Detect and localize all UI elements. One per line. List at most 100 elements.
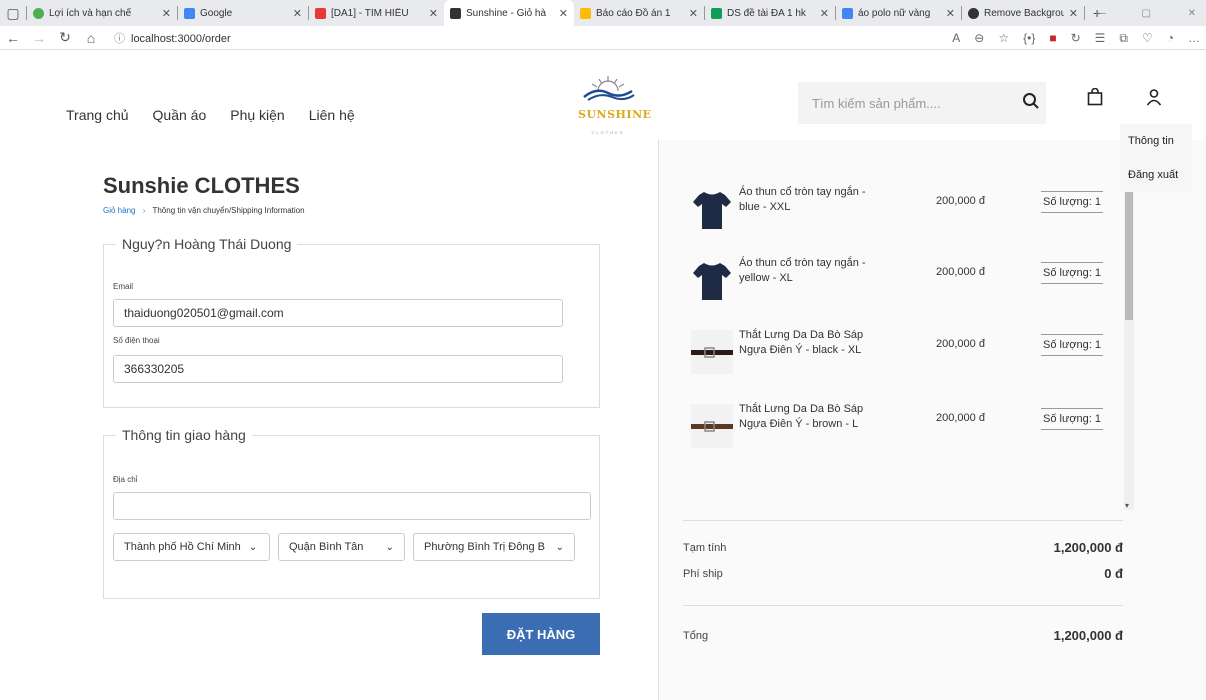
logo[interactable]: SUNSHINE CLOTHES (578, 75, 652, 135)
tab-favicon-icon (184, 7, 195, 19)
tab-actions-icon[interactable]: ▢ (0, 5, 26, 22)
phone-field[interactable]: 366330205 (113, 355, 563, 383)
district-select[interactable]: Quận Bình Tân ⌄ (278, 533, 405, 561)
logo-subtext: CLOTHES (591, 130, 625, 135)
close-tab-icon[interactable]: ✕ (1069, 7, 1078, 20)
place-order-button[interactable]: ĐẶT HÀNG (482, 613, 600, 655)
back-icon[interactable]: ← (0, 30, 26, 46)
cart-item: Thắt Lưng Da Da Bò Sáp Ngựa Điên Ý - bro… (691, 402, 1111, 448)
chevron-down-icon: ⌄ (555, 541, 564, 553)
favorite-icon[interactable]: ☆ (998, 31, 1009, 45)
search-input[interactable]: Tìm kiếm sản phẩm.... (812, 96, 941, 111)
cart-item-price: 200,000 đ (936, 195, 985, 207)
cart-item-name: Thắt Lưng Da Da Bò Sáp Ngựa Điên Ý - bla… (739, 329, 864, 356)
nav-home[interactable]: Trang chủ (66, 107, 129, 123)
menu-item-profile[interactable]: Thông tin (1120, 124, 1192, 158)
browser-tab[interactable]: Remove Backgrou ✕ (962, 0, 1084, 26)
close-tab-icon[interactable]: ✕ (559, 7, 568, 20)
ward-select[interactable]: Phường Bình Trị Đông B ⌄ (413, 533, 575, 561)
divider (683, 605, 1123, 606)
user-dropdown: Thông tin Đăng xuất (1120, 124, 1192, 192)
browser-tab-active[interactable]: Sunshine - Giỏ hà ✕ (444, 0, 574, 26)
order-summary: Áo thun cổ tròn tay ngắn - blue - XXL 20… (659, 140, 1206, 700)
browser-tab[interactable]: [DA1] - TÌM HIỂU ✕ (309, 0, 444, 26)
browser-tab[interactable]: DS đề tài ĐA 1 hk ✕ (705, 0, 835, 26)
tab-title: [DA1] - TÌM HIỂU (331, 7, 409, 19)
tab-favicon-icon (450, 7, 461, 19)
address-field[interactable] (113, 492, 591, 520)
menu-item-logout[interactable]: Đăng xuất (1120, 158, 1192, 192)
chevron-down-icon: ⌄ (385, 541, 394, 553)
cart-item: Áo thun cổ tròn tay ngắn - yellow - XL 2… (691, 256, 1111, 302)
read-aloud-icon[interactable]: A (952, 31, 960, 45)
maximize-icon[interactable]: ▢ (1142, 8, 1151, 19)
tshirt-thumbnail (693, 263, 731, 300)
heart-icon[interactable]: ♡ (1142, 31, 1153, 45)
breadcrumb-cart[interactable]: Giỏ hàng (103, 206, 135, 215)
nav-clothes[interactable]: Quần áo (153, 107, 207, 123)
scroll-down-icon[interactable]: ▾ (1125, 501, 1129, 510)
url-field[interactable]: ⓘ localhost:3000/order (114, 30, 231, 46)
browser-tab[interactable]: Lợi ích và hạn chế ✕ (27, 0, 177, 26)
close-tab-icon[interactable]: ✕ (820, 7, 829, 20)
browser-tab[interactable]: Google ✕ (178, 0, 308, 26)
browser-tab[interactable]: Báo cáo Đồ án 1 ✕ (574, 0, 704, 26)
profile-icon[interactable]: ◔ (1167, 31, 1174, 45)
breadcrumb: Giỏ hàng › Thông tin vận chuyển/Shipping… (103, 206, 305, 215)
extension-icon[interactable]: {•} (1023, 31, 1035, 45)
cart-item-qty: Số lượng: 1 (1041, 408, 1103, 430)
refresh-extension-icon[interactable]: ↻ (1071, 31, 1081, 45)
more-icon[interactable]: … (1188, 31, 1200, 45)
tab-favicon-icon (580, 7, 591, 19)
close-tab-icon[interactable]: ✕ (689, 7, 698, 20)
nav-contact[interactable]: Liên hệ (309, 107, 355, 123)
tab-title: Báo cáo Đồ án 1 (596, 7, 671, 19)
breadcrumb-separator: › (142, 206, 146, 215)
tab-title: DS đề tài ĐA 1 hk (727, 7, 806, 19)
tab-title: Lợi ích và hạn chế (49, 7, 132, 19)
url-text: localhost:3000/order (131, 32, 231, 45)
refresh-icon[interactable]: ↻ (52, 29, 78, 46)
email-label: Email (113, 282, 134, 291)
close-tab-icon[interactable]: ✕ (429, 7, 438, 20)
tab-title: Google (200, 7, 233, 19)
search-box[interactable]: Tìm kiếm sản phẩm.... (798, 82, 1046, 124)
logo-text: SUNSHINE (578, 108, 652, 121)
main-nav: Trang chủ Quần áo Phụ kiện Liên hệ (66, 107, 355, 123)
shopping-bag-icon[interactable] (1087, 87, 1103, 111)
cart-scrollbar[interactable]: ▾ (1124, 140, 1134, 510)
close-tab-icon[interactable]: ✕ (162, 7, 171, 20)
window-close-icon[interactable]: ✕ (1188, 8, 1196, 19)
minimize-icon[interactable]: — (1096, 8, 1106, 19)
address-label: Địa chỉ (113, 475, 138, 484)
subtotal-label: Tạm tính (683, 542, 727, 554)
site-root: Trang chủ Quần áo Phụ kiện Liên hệ SUNSH… (0, 50, 1206, 700)
nav-accessories[interactable]: Phụ kiện (230, 107, 284, 123)
favorites-list-icon[interactable]: ☰ (1095, 31, 1106, 45)
browser-tab[interactable]: áo polo nữ vàng ✕ (836, 0, 961, 26)
customer-name: Nguy?n Hoàng Thái Duong (122, 236, 292, 252)
browser-toolbar: A ⊖ ☆ {•} ■ ↻ ☰ ⧉ ♡ ◔ … (952, 26, 1200, 50)
address-bar: ← → ↻ ⌂ ⓘ localhost:3000/order A ⊖ ☆ {•} … (0, 26, 1206, 50)
close-tab-icon[interactable]: ✕ (293, 7, 302, 20)
cart-item-qty: Số lượng: 1 (1041, 334, 1103, 356)
shipping-legend: Thông tin giao hàng (122, 427, 246, 443)
divider (683, 520, 1123, 521)
extension-icon[interactable]: ■ (1049, 31, 1056, 45)
email-field[interactable]: thaiduong020501@gmail.com (113, 299, 563, 327)
home-icon[interactable]: ⌂ (78, 30, 104, 46)
shipping-fee-row: Phí ship 0 đ (683, 566, 1123, 581)
user-icon[interactable] (1146, 88, 1162, 111)
forward-icon[interactable]: → (26, 30, 52, 46)
search-icon[interactable] (1022, 92, 1040, 115)
city-select[interactable]: Thành phố Hồ Chí Minh ⌄ (113, 533, 270, 561)
zoom-icon[interactable]: ⊖ (974, 31, 984, 45)
shipping-fee-label: Phí ship (683, 568, 723, 580)
tab-favicon-icon (711, 7, 722, 19)
tab-title: Remove Backgrou (984, 7, 1064, 19)
close-tab-icon[interactable]: ✕ (946, 7, 955, 20)
collections-icon[interactable]: ⧉ (1119, 31, 1128, 46)
tab-title: áo polo nữ vàng (858, 7, 931, 19)
ward-select-value: Phường Bình Trị Đông B (424, 541, 545, 553)
city-select-value: Thành phố Hồ Chí Minh (124, 541, 241, 553)
